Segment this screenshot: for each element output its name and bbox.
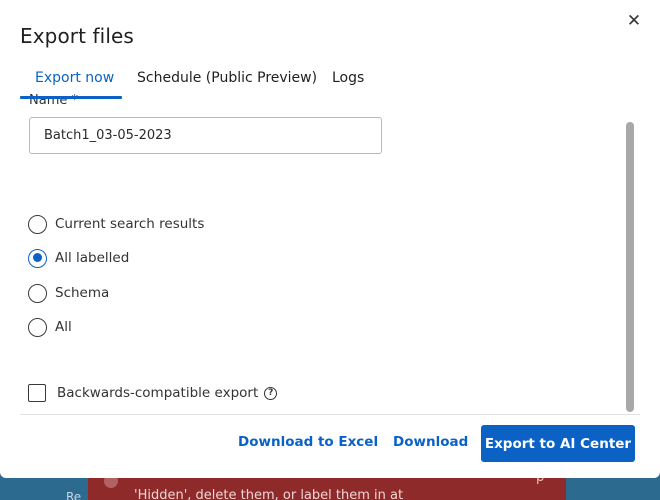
scrollbar-thumb[interactable] <box>626 122 634 412</box>
active-tab-indicator <box>20 96 122 99</box>
option-current-search-results[interactable]: Current search results <box>28 214 204 234</box>
name-input[interactable] <box>29 117 382 154</box>
tab-export-now[interactable]: Export now <box>35 70 114 86</box>
radio-button[interactable] <box>28 283 47 303</box>
option-label: Current search results <box>55 216 205 232</box>
tab-schedule[interactable]: Schedule (Public Preview) <box>137 70 317 86</box>
export-files-dialog: Export files ✕ Export now Schedule (Publ… <box>0 0 660 478</box>
close-icon[interactable]: ✕ <box>624 11 644 31</box>
backwards-compatible-label: Backwards-compatible export <box>57 385 259 401</box>
export-to-ai-center-button[interactable]: Export to AI Center <box>481 425 635 462</box>
download-button[interactable]: Download <box>393 434 468 450</box>
tab-logs[interactable]: Logs <box>332 70 364 86</box>
option-label: All labelled <box>55 250 130 266</box>
radio-button[interactable] <box>28 317 47 337</box>
option-label: All <box>55 319 72 335</box>
footer-divider <box>20 414 640 415</box>
option-label: Schema <box>55 285 110 301</box>
download-to-excel-button[interactable]: Download to Excel <box>238 434 378 450</box>
toast-text: 'Hidden', delete them, or label them in … <box>134 488 404 500</box>
radio-button[interactable] <box>28 214 47 234</box>
background-text: Re <box>66 490 82 500</box>
radio-button-selected[interactable] <box>28 248 47 268</box>
help-icon[interactable]: ? <box>264 386 278 400</box>
option-schema[interactable]: Schema <box>28 283 109 303</box>
backwards-compatible-row: Backwards-compatible export ? <box>28 383 278 403</box>
option-all-labelled[interactable]: All labelled <box>28 248 129 268</box>
dialog-title: Export files <box>20 24 134 48</box>
backwards-compatible-checkbox[interactable] <box>28 384 46 402</box>
option-all[interactable]: All <box>28 317 72 337</box>
